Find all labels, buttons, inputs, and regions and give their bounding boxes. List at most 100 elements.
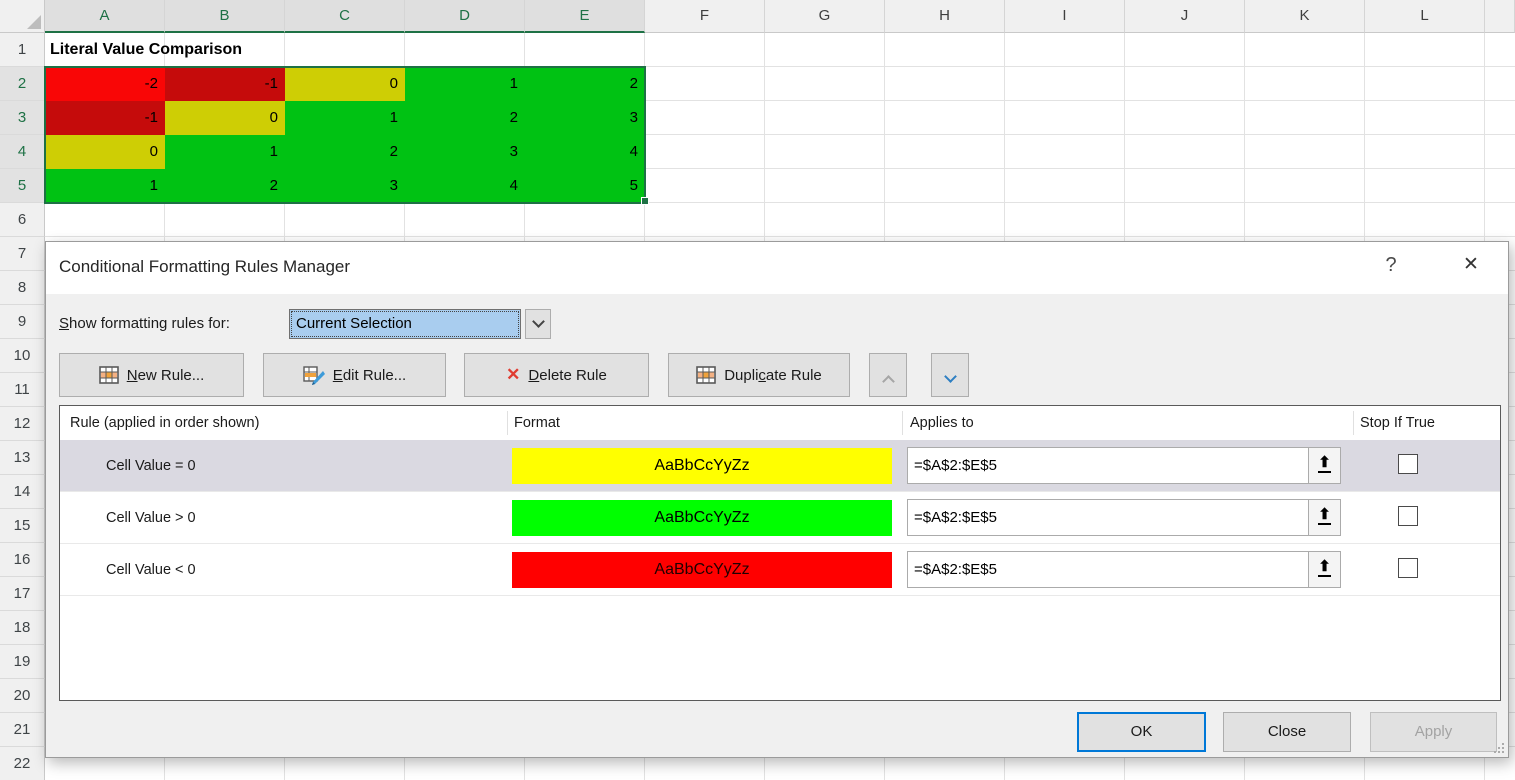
row-header-12[interactable]: 12 [0,407,45,441]
scope-dropdown[interactable]: Current Selection [289,309,521,339]
row-header-20[interactable]: 20 [0,679,45,713]
new-rule-label: New Rule... [127,367,205,384]
cell-E5[interactable]: 5 [525,169,645,203]
rule-row-2[interactable]: Cell Value > 0AaBbCcYyZz⬆ [60,492,1500,544]
cell-C4[interactable]: 2 [285,135,405,169]
cell-B5[interactable]: 2 [165,169,285,203]
row-header-8[interactable]: 8 [0,271,45,305]
rules-list-panel: Rule (applied in order shown) Format App… [59,405,1501,701]
stop-if-true-checkbox[interactable] [1398,506,1418,526]
row-header-22[interactable]: 22 [0,747,45,780]
row-header-14[interactable]: 14 [0,475,45,509]
applies-to-input[interactable] [908,448,1308,483]
column-header-B[interactable]: B [165,0,285,33]
edit-rule-pencil-icon [303,366,325,385]
select-all-corner[interactable] [0,0,45,33]
close-button[interactable]: Close [1223,712,1351,752]
stop-if-true-checkbox[interactable] [1398,558,1418,578]
row-header-15[interactable]: 15 [0,509,45,543]
help-icon[interactable]: ? [1376,254,1406,282]
cell-C5[interactable]: 3 [285,169,405,203]
range-picker-icon: ⬆ [1318,455,1331,473]
row-header-18[interactable]: 18 [0,611,45,645]
close-icon[interactable]: ✕ [1454,253,1488,283]
rule-row-1[interactable]: Cell Value = 0AaBbCcYyZz⬆ [60,440,1500,492]
cell-E3[interactable]: 3 [525,101,645,135]
move-rule-down-button[interactable] [931,353,969,397]
row-header-4[interactable]: 4 [0,135,45,169]
dialog-titlebar[interactable]: Conditional Formatting Rules Manager ? ✕ [46,242,1508,294]
column-header-D[interactable]: D [405,0,525,33]
row-header-7[interactable]: 7 [0,237,45,271]
ok-button[interactable]: OK [1077,712,1206,752]
rule-row-3[interactable]: Cell Value < 0AaBbCcYyZz⬆ [60,544,1500,596]
cell-D3[interactable]: 2 [405,101,525,135]
column-header-H[interactable]: H [885,0,1005,33]
fill-handle[interactable] [641,197,649,205]
column-header-A[interactable]: A [45,0,165,33]
column-header-J[interactable]: J [1125,0,1245,33]
show-formatting-rules-label: Show formatting rules for: [59,315,230,332]
cell-A5[interactable]: 1 [45,169,165,203]
apply-button[interactable]: Apply [1370,712,1497,752]
applies-to-input[interactable] [908,552,1308,587]
row-header-6[interactable]: 6 [0,203,45,237]
cell-D5[interactable]: 4 [405,169,525,203]
cell-D2[interactable]: 1 [405,67,525,101]
row-header-11[interactable]: 11 [0,373,45,407]
header-applies-to: Applies to [910,406,974,440]
cell-C2[interactable]: 0 [285,67,405,101]
collapse-range-button[interactable]: ⬆ [1308,552,1340,587]
move-rule-up-button[interactable] [869,353,907,397]
cell-A3[interactable]: -1 [45,101,165,135]
chevron-down-icon [944,370,957,383]
column-header-G[interactable]: G [765,0,885,33]
row-header-13[interactable]: 13 [0,441,45,475]
duplicate-rule-label: Duplicate Rule [724,367,822,384]
column-header-C[interactable]: C [285,0,405,33]
formatted-range[interactable]: -2-1012-101230123412345 [45,67,645,203]
collapse-range-button[interactable]: ⬆ [1308,500,1340,535]
cell-A2[interactable]: -2 [45,67,165,101]
row-header-21[interactable]: 21 [0,713,45,747]
scope-dropdown-arrow-button[interactable] [525,309,551,339]
delete-rule-button[interactable]: ✕ Delete Rule [464,353,649,397]
duplicate-rule-button[interactable]: Duplicate Rule [668,353,850,397]
cell-E2[interactable]: 2 [525,67,645,101]
cell-B3[interactable]: 0 [165,101,285,135]
cell-C3[interactable]: 1 [285,101,405,135]
row-header-1[interactable]: 1 [0,33,45,67]
column-header-K[interactable]: K [1245,0,1365,33]
row-header-16[interactable]: 16 [0,543,45,577]
row-header-2[interactable]: 2 [0,67,45,101]
row-header-3[interactable]: 3 [0,101,45,135]
column-header-I[interactable]: I [1005,0,1125,33]
column-header-L[interactable]: L [1365,0,1485,33]
header-stop-if-true: Stop If True [1360,406,1435,440]
cell-A4[interactable]: 0 [45,135,165,169]
delete-rule-label: Delete Rule [528,367,606,384]
format-preview-swatch: AaBbCcYyZz [512,500,892,536]
column-header-E[interactable]: E [525,0,645,33]
cell-B4[interactable]: 1 [165,135,285,169]
new-rule-grid-icon [99,366,119,384]
row-header-10[interactable]: 10 [0,339,45,373]
header-divider [902,411,903,435]
cell-D4[interactable]: 3 [405,135,525,169]
row-header-17[interactable]: 17 [0,577,45,611]
rules-list-header: Rule (applied in order shown) Format App… [60,406,1500,440]
row-header-5[interactable]: 5 [0,169,45,203]
cell-a1-title[interactable]: Literal Value Comparison [50,33,242,67]
collapse-range-button[interactable]: ⬆ [1308,448,1340,483]
edit-rule-button[interactable]: Edit Rule... [263,353,446,397]
column-header-F[interactable]: F [645,0,765,33]
new-rule-button[interactable]: New Rule... [59,353,244,397]
stop-if-true-checkbox[interactable] [1398,454,1418,474]
row-header-9[interactable]: 9 [0,305,45,339]
row-header-19[interactable]: 19 [0,645,45,679]
applies-to-input[interactable] [908,500,1308,535]
cell-E4[interactable]: 4 [525,135,645,169]
cell-B2[interactable]: -1 [165,67,285,101]
resize-grip[interactable] [1494,743,1504,753]
range-picker-icon: ⬆ [1318,507,1331,525]
